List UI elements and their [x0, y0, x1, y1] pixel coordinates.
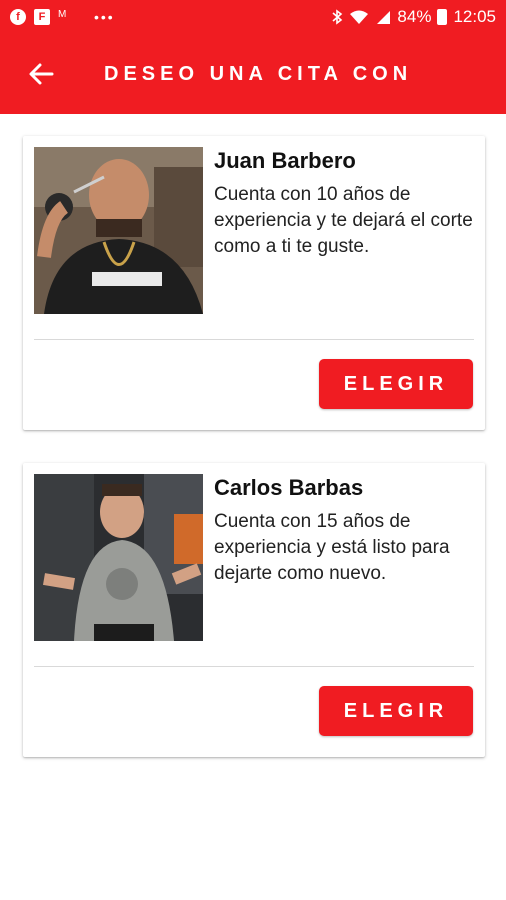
page-title: DESEO UNA CITA CON [104, 62, 413, 85]
clock: 12:05 [453, 7, 496, 26]
back-button[interactable] [16, 49, 66, 99]
barber-description: Cuenta con 10 años de experiencia y te d… [214, 184, 473, 257]
barber-card: Carlos Barbas Cuenta con 15 años de expe… [23, 463, 485, 757]
battery-icon [437, 9, 448, 25]
status-left: f F M ••• [10, 9, 115, 25]
choose-button[interactable]: ELEGIR [319, 686, 473, 736]
card-divider [34, 666, 474, 667]
barber-card: Juan Barbero Cuenta con 10 años de exper… [23, 136, 485, 430]
barber-photo [34, 474, 203, 641]
barber-photo [34, 147, 203, 314]
status-right: 84% 12:05 [331, 7, 496, 27]
bluetooth-icon [332, 9, 343, 25]
status-bar: f F M ••• 84% 12:05 [0, 0, 506, 34]
wifi-icon [350, 10, 369, 24]
more-dots-icon: ••• [94, 9, 115, 25]
barber-name: Carlos Barbas [214, 475, 364, 500]
card-divider [34, 339, 474, 340]
battery-percent: 84% [397, 7, 432, 26]
choose-button[interactable]: ELEGIR [319, 359, 473, 409]
app-bar: DESEO UNA CITA CON [0, 34, 506, 114]
signal-icon [377, 11, 391, 24]
facebook-icon: f [10, 9, 26, 25]
arrow-back-icon [29, 63, 54, 85]
flipboard-icon: F [34, 9, 50, 25]
barber-description: Cuenta con 15 años de experiencia y está… [214, 511, 450, 584]
barber-name: Juan Barbero [214, 148, 356, 173]
gmail-icon: M [58, 9, 67, 20]
